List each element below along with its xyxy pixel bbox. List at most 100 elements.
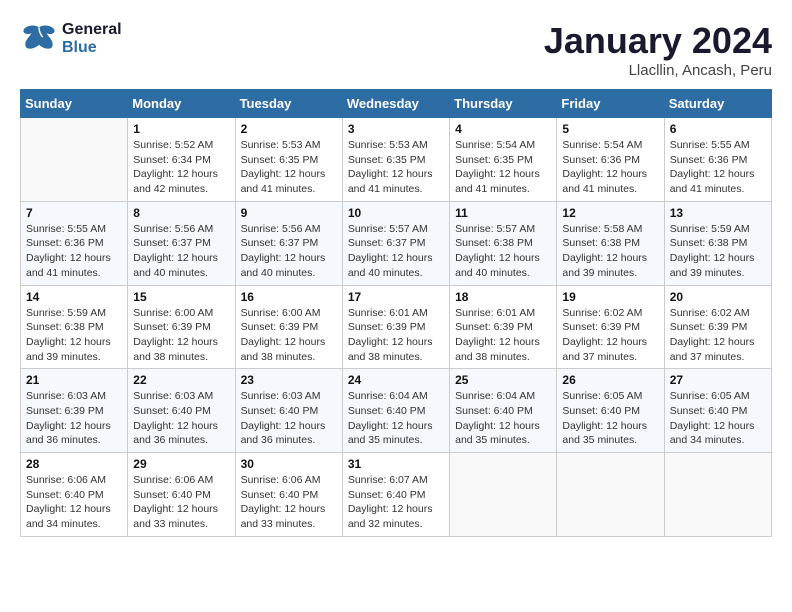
day-number: 24 [348,373,444,387]
day-info: Sunrise: 5:56 AM Sunset: 6:37 PM Dayligh… [241,222,337,281]
day-number: 27 [670,373,766,387]
day-number: 9 [241,206,337,220]
title-block: January 2024 Llacllin, Ancash, Peru [544,20,772,79]
day-info: Sunrise: 6:03 AM Sunset: 6:39 PM Dayligh… [26,389,122,448]
day-info: Sunrise: 6:01 AM Sunset: 6:39 PM Dayligh… [455,306,551,365]
logo-general-text: General [62,21,122,39]
day-number: 26 [562,373,658,387]
weekday-header-sunday: Sunday [21,90,128,118]
day-info: Sunrise: 5:53 AM Sunset: 6:35 PM Dayligh… [241,138,337,197]
day-number: 22 [133,373,229,387]
day-info: Sunrise: 6:04 AM Sunset: 6:40 PM Dayligh… [348,389,444,448]
calendar-cell: 13Sunrise: 5:59 AM Sunset: 6:38 PM Dayli… [664,201,771,285]
calendar-cell: 5 Sunrise: 5:54 AM Sunset: 6:36 PM Daylig… [557,118,664,202]
day-info: Sunrise: 6:02 AM Sunset: 6:39 PM Dayligh… [670,306,766,365]
calendar-cell: 27 Sunrise: 6:05 AM Sunset: 6:40 PM Dayli… [664,369,771,453]
day-number: 14 [26,290,122,304]
location-text: Llacllin, Ancash, Peru [544,62,772,79]
day-info: Sunrise: 6:04 AM Sunset: 6:40 PM Dayligh… [455,389,551,448]
calendar-cell: 8 Sunrise: 5:56 AM Sunset: 6:37 PM Daylig… [128,201,235,285]
logo-blue-text: Blue [62,39,122,57]
calendar-cell: 23 Sunrise: 6:03 AM Sunset: 6:40 PM Dayli… [235,369,342,453]
day-info: Sunrise: 5:56 AM Sunset: 6:37 PM Dayligh… [133,222,229,281]
day-number: 8 [133,206,229,220]
day-info: Sunrise: 5:55 AM Sunset: 6:36 PM Dayligh… [26,222,122,281]
weekday-header-thursday: Thursday [450,90,557,118]
day-info: Sunrise: 6:05 AM Sunset: 6:40 PM Dayligh… [670,389,766,448]
day-info: Sunrise: 5:55 AM Sunset: 6:36 PM Dayligh… [670,138,766,197]
calendar-cell: 1 Sunrise: 5:52 AM Sunset: 6:34 PM Daylig… [128,118,235,202]
day-number: 19 [562,290,658,304]
calendar-cell: 20 Sunrise: 6:02 AM Sunset: 6:39 PM Dayli… [664,285,771,369]
calendar-cell: 17 Sunrise: 6:01 AM Sunset: 6:39 PM Dayli… [342,285,449,369]
calendar-cell: 19Sunrise: 6:02 AM Sunset: 6:39 PM Dayli… [557,285,664,369]
day-info: Sunrise: 6:00 AM Sunset: 6:39 PM Dayligh… [133,306,229,365]
calendar-cell: 30Sunrise: 6:06 AM Sunset: 6:40 PM Dayli… [235,453,342,537]
calendar-cell: 25 Sunrise: 6:04 AM Sunset: 6:40 PM Dayli… [450,369,557,453]
day-info: Sunrise: 6:06 AM Sunset: 6:40 PM Dayligh… [133,473,229,532]
calendar-week-row: 1 Sunrise: 5:52 AM Sunset: 6:34 PM Daylig… [21,118,772,202]
calendar-cell: 10Sunrise: 5:57 AM Sunset: 6:37 PM Dayli… [342,201,449,285]
day-number: 1 [133,122,229,136]
calendar-cell [21,118,128,202]
calendar-week-row: 7Sunrise: 5:55 AM Sunset: 6:36 PM Daylig… [21,201,772,285]
day-number: 5 [562,122,658,136]
day-number: 20 [670,290,766,304]
calendar-cell: 11Sunrise: 5:57 AM Sunset: 6:38 PM Dayli… [450,201,557,285]
weekday-header-saturday: Saturday [664,90,771,118]
day-info: Sunrise: 5:53 AM Sunset: 6:35 PM Dayligh… [348,138,444,197]
weekday-header-wednesday: Wednesday [342,90,449,118]
day-number: 10 [348,206,444,220]
day-number: 18 [455,290,551,304]
day-info: Sunrise: 6:06 AM Sunset: 6:40 PM Dayligh… [241,473,337,532]
day-number: 16 [241,290,337,304]
calendar-week-row: 14 Sunrise: 5:59 AM Sunset: 6:38 PM Dayli… [21,285,772,369]
logo: General Blue [20,20,122,58]
calendar-cell: 21Sunrise: 6:03 AM Sunset: 6:39 PM Dayli… [21,369,128,453]
day-number: 25 [455,373,551,387]
calendar-cell: 29Sunrise: 6:06 AM Sunset: 6:40 PM Dayli… [128,453,235,537]
calendar-cell [664,453,771,537]
logo-name: General Blue [62,21,122,56]
calendar-cell: 3 Sunrise: 5:53 AM Sunset: 6:35 PM Daylig… [342,118,449,202]
weekday-header-monday: Monday [128,90,235,118]
weekday-header-friday: Friday [557,90,664,118]
day-number: 2 [241,122,337,136]
calendar-cell: 14 Sunrise: 5:59 AM Sunset: 6:38 PM Dayli… [21,285,128,369]
calendar-cell: 6 Sunrise: 5:55 AM Sunset: 6:36 PM Daylig… [664,118,771,202]
calendar-week-row: 21Sunrise: 6:03 AM Sunset: 6:39 PM Dayli… [21,369,772,453]
day-info: Sunrise: 5:54 AM Sunset: 6:35 PM Dayligh… [455,138,551,197]
day-info: Sunrise: 6:00 AM Sunset: 6:39 PM Dayligh… [241,306,337,365]
calendar-table: SundayMondayTuesdayWednesdayThursdayFrid… [20,89,772,537]
day-number: 3 [348,122,444,136]
calendar-cell: 28 Sunrise: 6:06 AM Sunset: 6:40 PM Dayli… [21,453,128,537]
day-info: Sunrise: 6:01 AM Sunset: 6:39 PM Dayligh… [348,306,444,365]
calendar-cell: 31 Sunrise: 6:07 AM Sunset: 6:40 PM Dayli… [342,453,449,537]
day-number: 6 [670,122,766,136]
day-info: Sunrise: 5:59 AM Sunset: 6:38 PM Dayligh… [670,222,766,281]
day-info: Sunrise: 5:54 AM Sunset: 6:36 PM Dayligh… [562,138,658,197]
day-number: 28 [26,457,122,471]
calendar-header-row: SundayMondayTuesdayWednesdayThursdayFrid… [21,90,772,118]
calendar-cell [557,453,664,537]
calendar-cell: 2 Sunrise: 5:53 AM Sunset: 6:35 PM Daylig… [235,118,342,202]
day-info: Sunrise: 6:07 AM Sunset: 6:40 PM Dayligh… [348,473,444,532]
day-info: Sunrise: 6:03 AM Sunset: 6:40 PM Dayligh… [133,389,229,448]
day-info: Sunrise: 6:03 AM Sunset: 6:40 PM Dayligh… [241,389,337,448]
calendar-week-row: 28 Sunrise: 6:06 AM Sunset: 6:40 PM Dayli… [21,453,772,537]
day-number: 23 [241,373,337,387]
day-number: 17 [348,290,444,304]
logo-bird-icon [20,20,58,58]
day-info: Sunrise: 5:59 AM Sunset: 6:38 PM Dayligh… [26,306,122,365]
calendar-cell: 22 Sunrise: 6:03 AM Sunset: 6:40 PM Dayli… [128,369,235,453]
calendar-cell: 26Sunrise: 6:05 AM Sunset: 6:40 PM Dayli… [557,369,664,453]
day-info: Sunrise: 6:06 AM Sunset: 6:40 PM Dayligh… [26,473,122,532]
day-number: 15 [133,290,229,304]
day-number: 31 [348,457,444,471]
weekday-header-tuesday: Tuesday [235,90,342,118]
calendar-cell: 9 Sunrise: 5:56 AM Sunset: 6:37 PM Daylig… [235,201,342,285]
day-number: 12 [562,206,658,220]
calendar-cell: 24 Sunrise: 6:04 AM Sunset: 6:40 PM Dayli… [342,369,449,453]
calendar-cell: 7Sunrise: 5:55 AM Sunset: 6:36 PM Daylig… [21,201,128,285]
day-info: Sunrise: 5:52 AM Sunset: 6:34 PM Dayligh… [133,138,229,197]
